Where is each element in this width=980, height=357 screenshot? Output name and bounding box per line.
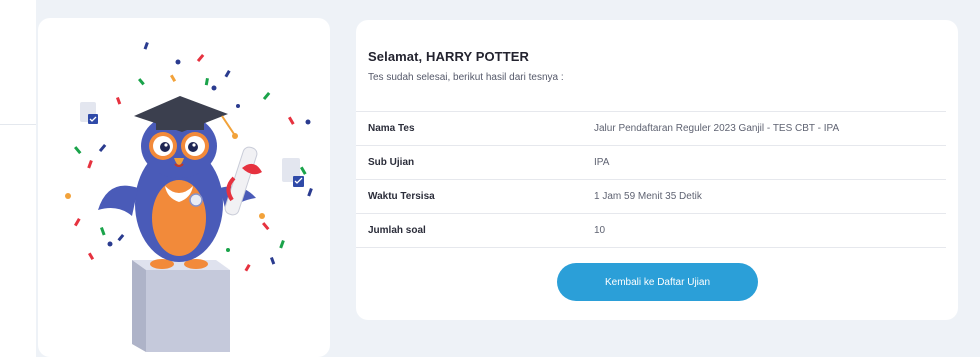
row-value: Jalur Pendaftaran Reguler 2023 Ganjil - …: [594, 111, 946, 146]
table-row: Jumlah soal 10: [356, 213, 946, 248]
result-table: Nama Tes Jalur Pendaftaran Reguler 2023 …: [356, 111, 946, 248]
row-label: Jumlah soal: [356, 213, 594, 248]
back-to-exam-list-button[interactable]: Kembali ke Daftar Ujian: [557, 263, 758, 301]
left-panel-edge: [0, 0, 36, 357]
result-card: Selamat, HARRY POTTER Tes sudah selesai,…: [356, 20, 958, 320]
row-value: 10: [594, 213, 946, 248]
table-row: Waktu Tersisa 1 Jam 59 Menit 35 Detik: [356, 179, 946, 214]
table-row: Sub Ujian IPA: [356, 145, 946, 180]
row-value: IPA: [594, 145, 946, 180]
divider: [0, 124, 36, 125]
podium-icon: [132, 260, 230, 352]
row-label: Waktu Tersisa: [356, 179, 594, 214]
row-label: Nama Tes: [356, 111, 594, 146]
result-subtitle: Tes sudah selesai, berikut hasil dari te…: [368, 72, 564, 83]
graduate-owl-icon: [65, 42, 313, 352]
row-label: Sub Ujian: [356, 145, 594, 180]
diploma-icon: [224, 146, 262, 216]
greeting-title: Selamat, HARRY POTTER: [368, 49, 530, 64]
illustration-card: [38, 18, 330, 357]
checklist-icon: [282, 158, 304, 187]
table-row: Nama Tes Jalur Pendaftaran Reguler 2023 …: [356, 111, 946, 146]
checklist-icon: [80, 102, 98, 124]
row-value: 1 Jam 59 Menit 35 Detik: [594, 179, 946, 214]
